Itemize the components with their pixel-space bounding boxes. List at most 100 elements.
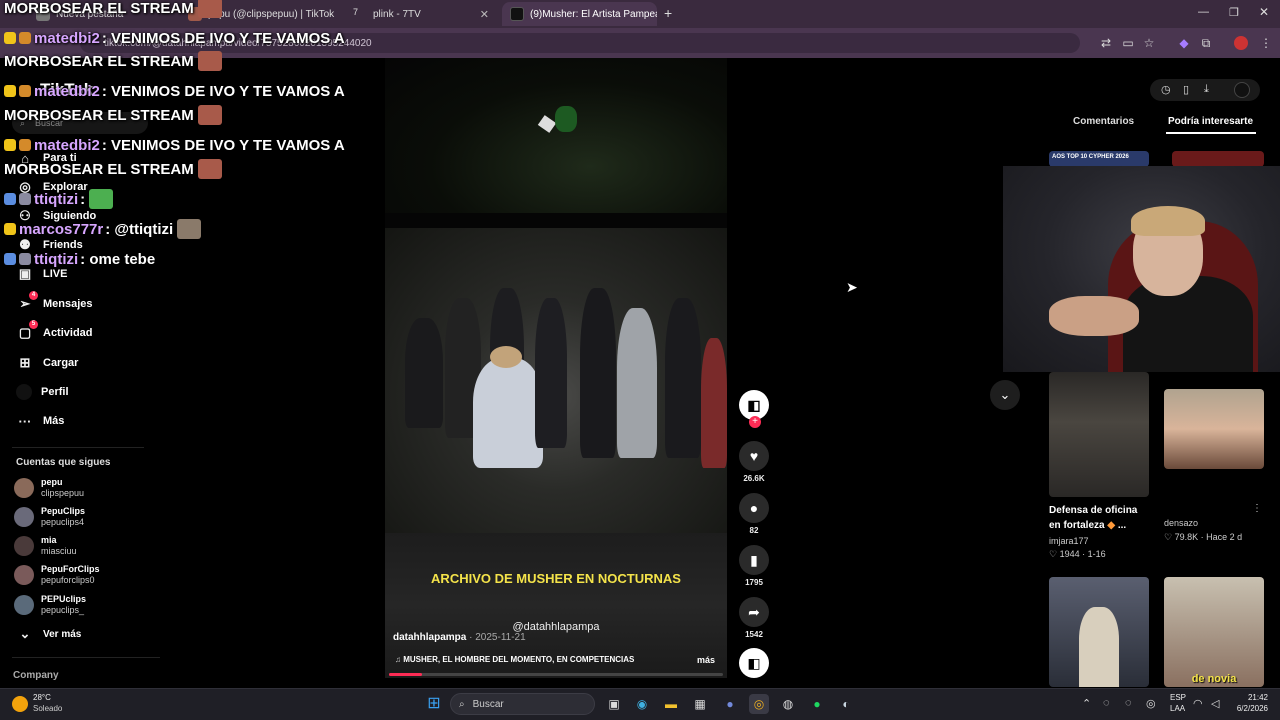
followed-account[interactable]: PepuClips pepuclips4 (14, 504, 85, 530)
language-indicator[interactable]: ESP (1170, 693, 1186, 702)
steam-icon[interactable]: ◐ (836, 694, 856, 714)
tab-musher[interactable]: (9)Musher: El Artista Pampeano ✕ (502, 2, 657, 26)
chat-username: matedbi2 (34, 29, 100, 47)
follow-plus-icon[interactable]: + (749, 416, 761, 428)
tab-recommended[interactable]: Podría interesarte (1168, 116, 1253, 127)
comment-count: 82 (749, 526, 759, 535)
edge-icon[interactable]: ◉ (632, 694, 652, 714)
see-more-button[interactable]: ⌄ Ver más (16, 624, 82, 644)
video-thumbnail[interactable] (1049, 372, 1149, 497)
volume-icon[interactable]: ◁ (1211, 697, 1219, 710)
tray-icon[interactable]: ◌ (1103, 697, 1110, 709)
followed-account[interactable]: pepu clipspepuu (14, 475, 84, 501)
thumb-person (1079, 607, 1119, 687)
translate-icon[interactable]: ⇄ (1098, 35, 1114, 51)
sidebar-item-mensajes[interactable]: ➢ 4 Mensajes (16, 291, 93, 314)
wifi-icon[interactable]: ◠ (1193, 697, 1203, 710)
tiktok-favicon (510, 7, 524, 21)
chat-line: ttiqtizi: ome tebe (4, 248, 155, 270)
sidebar-item-cargar[interactable]: ⊞ Cargar (16, 353, 79, 373)
tray-icon[interactable]: ◌ (1125, 697, 1132, 709)
comment-button[interactable]: ● 82 (739, 493, 769, 535)
chat-username: marcos777r (19, 220, 104, 238)
nav-label: Mensajes (43, 298, 93, 310)
more-options-icon[interactable]: ⋮ (1252, 503, 1262, 514)
chat-line: MORBOSEAR EL STREAM (4, 50, 222, 72)
windows-start-icon[interactable]: ⊞ (424, 694, 444, 714)
video-object (537, 115, 557, 133)
video-thumbnail[interactable]: de novia (1164, 577, 1264, 687)
sidebar-item-perfil[interactable]: Perfil (16, 382, 69, 402)
speed-icon[interactable]: ◷ (1161, 83, 1171, 96)
close-tab-icon[interactable]: ✕ (474, 8, 489, 21)
followed-account[interactable]: PepuForClips pepuforclips0 (14, 562, 100, 588)
more-link[interactable]: más (697, 655, 715, 665)
chat-badge (19, 193, 31, 205)
account-handle: pepuclips4 (41, 517, 85, 527)
store-icon[interactable]: ▦ (690, 694, 710, 714)
music-disc-button[interactable]: ◧ (739, 648, 769, 678)
video-thumbnail[interactable]: AOS TOP 10 CYPHER 2026 (1049, 151, 1149, 167)
like-button[interactable]: ♥ 26.6K (739, 441, 769, 483)
chrome-icon[interactable]: ◎ (749, 694, 769, 714)
company-link[interactable]: Company (13, 670, 59, 681)
browser-menu-icon[interactable]: ⋮ (1258, 35, 1274, 51)
sidebar-divider (12, 657, 160, 658)
video-progress-bar[interactable] (389, 673, 723, 676)
video-thumbnail[interactable] (1049, 577, 1149, 687)
video-thumbnail[interactable] (1164, 389, 1264, 469)
tab-label: (9)Musher: El Artista Pampeano (530, 8, 657, 20)
close-window-icon[interactable]: ✕ (1259, 5, 1269, 19)
card-date: 1-16 (1087, 549, 1106, 559)
profile-avatar[interactable] (1234, 36, 1248, 50)
spotify-icon[interactable]: ● (807, 694, 827, 714)
clock-time[interactable]: 21:42 (1236, 693, 1268, 702)
followed-account[interactable]: PEPUclips pepuclips_ (14, 592, 86, 618)
taskbar-search-placeholder: Buscar (472, 698, 504, 710)
minimize-icon[interactable]: — (1198, 6, 1209, 18)
emote (197, 51, 222, 71)
bookmark-star-icon[interactable]: ☆ (1141, 35, 1157, 51)
tab-comments[interactable]: Comentarios (1073, 116, 1134, 127)
chevron-down-icon[interactable]: ⌄ (990, 380, 1020, 410)
extensions-icon[interactable]: ⧉ (1198, 35, 1214, 51)
cast-icon[interactable]: ▭ (1120, 35, 1136, 51)
phone-icon[interactable]: ▯ (1183, 83, 1189, 96)
followed-account[interactable]: mia miasciuu (14, 533, 77, 559)
twitch-extension-icon[interactable]: ◆ (1176, 35, 1192, 51)
recommended-card[interactable]: Defensa de oficina en fortaleza ◆ ... im… (1049, 503, 1149, 560)
tab-7tv[interactable]: 7 plink - 7TV ✕ (345, 2, 497, 26)
maximize-icon[interactable]: ❐ (1229, 6, 1239, 19)
sidebar-item-mas[interactable]: ··· Más (16, 411, 65, 431)
microphone-icon[interactable]: ◎ (1146, 697, 1156, 710)
video-thumbnail[interactable] (1172, 151, 1264, 167)
mouse-cursor-icon: ➤ (846, 279, 858, 295)
discord-icon[interactable]: ● (720, 694, 740, 714)
download-icon[interactable]: ⤓ (1204, 83, 1209, 96)
taskbar-search[interactable]: ⌕ Buscar (450, 693, 595, 715)
video-author[interactable]: datahhlapampa (393, 632, 466, 643)
task-view-icon[interactable]: ▣ (604, 694, 624, 714)
account-name: mia (41, 535, 57, 545)
share-button[interactable]: ➦ 1542 (739, 597, 769, 639)
music-disc-icon: ◧ (739, 648, 769, 678)
chat-badge (4, 85, 16, 97)
chat-text: MORBOSEAR EL STREAM (4, 52, 194, 70)
sidebar-item-actividad[interactable]: ▢ 5 Actividad (16, 320, 93, 343)
messages-icon: ➢ 4 (16, 291, 38, 312)
video-player[interactable]: ARCHIVO DE MUSHER EN NOCTURNAS @datahhla… (385, 58, 727, 678)
file-explorer-icon[interactable]: ▬ (661, 694, 681, 714)
obs-icon[interactable]: ◍ (778, 694, 798, 714)
save-button[interactable]: ▮ 1795 (739, 545, 769, 587)
following-section-title: Cuentas que sigues (16, 457, 111, 468)
new-tab-button[interactable]: + (664, 5, 672, 21)
video-author-line[interactable]: datahhlapampa · 2025-11-21 (393, 632, 526, 643)
avatar[interactable] (1234, 82, 1250, 98)
author-avatar-button[interactable]: ◧ + (739, 390, 769, 428)
chat-line: matedbi2: VENIMOS DE IVO Y TE VAMOS A (4, 134, 345, 156)
recommended-card[interactable]: densazo ♡ 79.8K · Hace 2 d (1164, 518, 1264, 543)
account-name: PEPUclips (41, 594, 87, 604)
tray-chevron-icon[interactable]: ⌃ (1082, 697, 1091, 710)
weather-icon[interactable] (12, 696, 28, 712)
more-icon: ··· (18, 413, 32, 429)
